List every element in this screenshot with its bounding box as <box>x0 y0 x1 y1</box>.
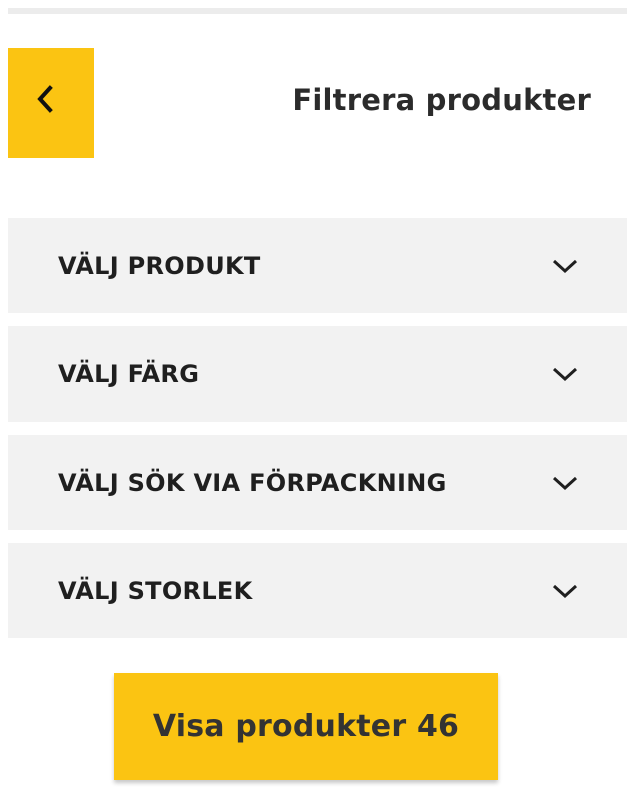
filter-item-label: VÄLJ STORLEK <box>58 576 253 605</box>
chevron-down-icon <box>552 259 578 273</box>
filter-item-label: VÄLJ SÖK VIA FÖRPACKNING <box>58 468 447 497</box>
filter-item-packaging[interactable]: VÄLJ SÖK VIA FÖRPACKNING <box>8 435 627 530</box>
top-divider <box>8 8 627 14</box>
back-button[interactable] <box>8 48 94 158</box>
chevron-down-icon <box>552 476 578 490</box>
filter-item-label: VÄLJ PRODUKT <box>58 251 261 280</box>
filter-item-product[interactable]: VÄLJ PRODUKT <box>8 218 627 313</box>
chevron-left-icon <box>37 85 53 113</box>
filter-item-label: VÄLJ FÄRG <box>58 360 200 388</box>
chevron-down-icon <box>552 367 578 382</box>
page-title: Filtrera produkter <box>292 83 591 117</box>
show-products-button[interactable]: Visa produkter 46 <box>114 673 498 780</box>
filter-item-size[interactable]: VÄLJ STORLEK <box>8 543 627 638</box>
chevron-down-icon <box>552 584 578 598</box>
filter-list: VÄLJ PRODUKT VÄLJ FÄRG VÄLJ SÖK VIA FÖRP… <box>8 218 627 651</box>
filter-item-color[interactable]: VÄLJ FÄRG <box>8 326 627 422</box>
